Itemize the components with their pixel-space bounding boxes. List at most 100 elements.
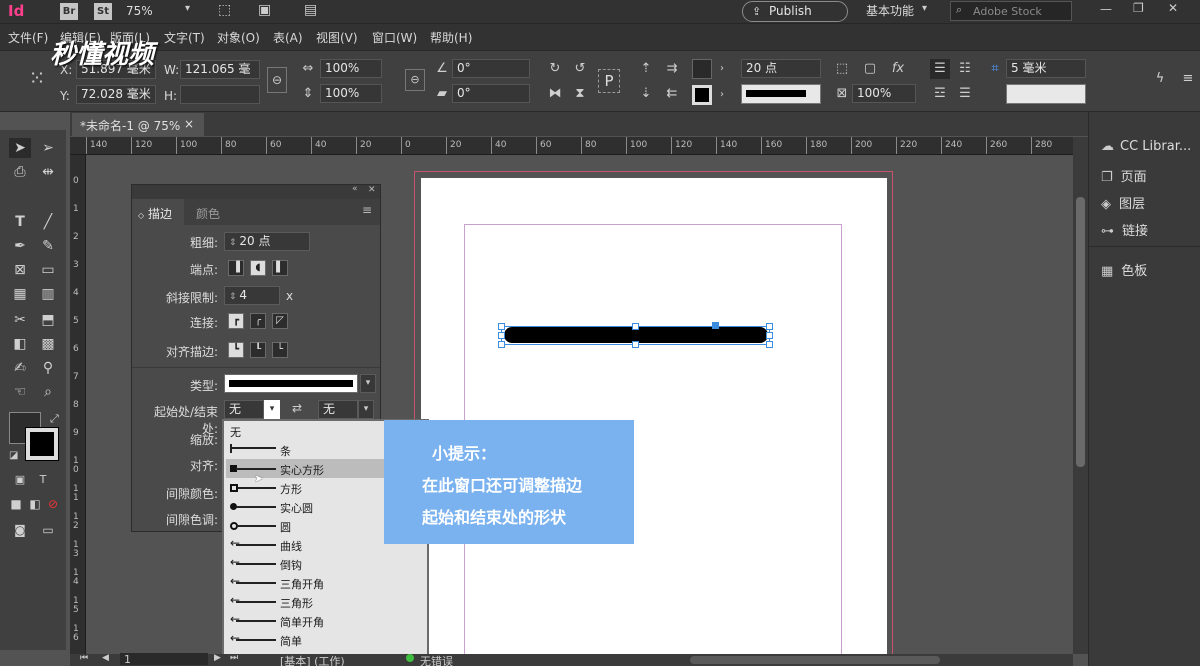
align-center-stroke-icon[interactable]: ┗	[228, 342, 244, 358]
zoom-chevron-icon[interactable]: ▾	[185, 3, 190, 14]
close-tab-icon[interactable]: ×	[184, 117, 194, 131]
align-inside-stroke-icon[interactable]: ┖	[250, 342, 266, 358]
dd-option-simple-wide[interactable]: ← 简单开角	[226, 611, 427, 630]
stock-button[interactable]: St	[94, 3, 112, 20]
reference-point-icon[interactable]: ⁙	[24, 65, 50, 91]
selection-handle-tr[interactable]	[766, 323, 773, 330]
selection-handle-bm[interactable]	[632, 341, 639, 348]
stroke-color-box[interactable]	[25, 427, 59, 461]
select-previous-icon[interactable]: ⇉	[662, 59, 682, 79]
stock-search[interactable]: ⌕ Adobe Stock	[950, 1, 1072, 21]
apply-none-icon[interactable]: ⊘	[42, 494, 64, 514]
normal-mode-icon[interactable]: ◙	[9, 520, 31, 540]
selection-handle-tl[interactable]	[498, 323, 505, 330]
note-tool-icon[interactable]: ✍	[9, 358, 31, 378]
stroke-weight-field[interactable]: 20 点	[741, 59, 821, 78]
rectangle-tool-icon[interactable]: ▭	[37, 260, 59, 280]
layers-panel[interactable]: ◈ 图层	[1101, 193, 1145, 212]
end-select[interactable]: 无	[318, 400, 358, 419]
swatches-panel[interactable]: ▦ 色板	[1101, 260, 1147, 279]
gradient-feather-tool-icon[interactable]: ▩	[37, 334, 59, 354]
screen-mode-icon[interactable]: ▣	[258, 2, 271, 18]
selection-handle-tm[interactable]	[632, 323, 639, 330]
frame-view-icon[interactable]: ⬚	[218, 2, 231, 18]
content-grabber-handle[interactable]	[712, 322, 719, 329]
offset-field[interactable]: 5 毫米	[1006, 59, 1086, 78]
align-left-icon[interactable]: ☰	[930, 59, 950, 79]
frame-fitting-icon[interactable]: ⌗	[985, 59, 1005, 79]
bevel-join-icon[interactable]: ◸	[272, 313, 288, 329]
page-number-field[interactable]: 1	[120, 653, 208, 666]
start-chevron-icon[interactable]: ▾	[264, 400, 280, 419]
object-style-select[interactable]	[1006, 84, 1086, 104]
rotate-ccw-icon[interactable]: ↺	[570, 59, 590, 79]
round-cap-icon[interactable]: ◖	[250, 260, 266, 276]
rotate-field[interactable]: 0°	[452, 59, 530, 78]
constrain-proportions-icon[interactable]: ⊖	[267, 67, 287, 93]
selection-handle-mr[interactable]	[766, 332, 773, 339]
gap-tool-icon[interactable]: ⇹	[37, 162, 59, 182]
menu-object[interactable]: 对象(O)	[217, 29, 260, 46]
type-tool-icon[interactable]: T	[9, 212, 31, 232]
formatting-text-icon[interactable]: T	[32, 470, 54, 490]
distribute-icon[interactable]: ☲	[930, 84, 950, 104]
arrange-docs-icon[interactable]: ▤	[304, 2, 317, 18]
next-page-icon[interactable]: ▶	[214, 653, 221, 663]
prev-page-icon[interactable]: ◀	[102, 653, 109, 663]
quick-apply-icon[interactable]: ϟ	[1150, 69, 1170, 89]
panel-menu-icon[interactable]: ≡	[1178, 69, 1198, 89]
horizontal-scrollbar[interactable]	[690, 656, 940, 664]
shear-field[interactable]: 0°	[452, 84, 530, 103]
close-app-icon[interactable]: ✕	[1168, 1, 1178, 15]
menu-window[interactable]: 窗口(W)	[372, 29, 417, 46]
default-colors-icon[interactable]: ◪	[9, 450, 18, 461]
document-tab[interactable]: *未命名-1 @ 75% ×	[72, 113, 204, 136]
scroll-thumb[interactable]	[1076, 197, 1085, 467]
h-field[interactable]	[180, 85, 260, 104]
publish-online-button[interactable]: ⇪ Publish Online	[742, 1, 848, 37]
pen-tool-icon[interactable]: ✒	[9, 236, 31, 256]
fx-icon[interactable]: fx	[888, 59, 908, 79]
first-page-icon[interactable]: ⏮	[80, 653, 88, 663]
select-container-icon[interactable]: ⇡	[636, 59, 656, 79]
dd-option-triangle-wide[interactable]: ← 三角开角	[226, 573, 427, 592]
selection-handle-ml[interactable]	[498, 332, 505, 339]
hand-tool-icon[interactable]: ☜	[9, 382, 31, 402]
formatting-container-icon[interactable]: ▣	[9, 470, 31, 490]
opacity-field[interactable]: 100%	[852, 84, 916, 103]
y-field[interactable]: 72.028 毫米	[76, 85, 156, 104]
page-tool-icon[interactable]: ⎙	[9, 162, 31, 182]
stroke-type-dropdown[interactable]	[224, 374, 358, 393]
eyedropper-tool-icon[interactable]: ⚲	[37, 358, 59, 378]
menu-help[interactable]: 帮助(H)	[430, 29, 472, 46]
restore-icon[interactable]: ❐	[1133, 1, 1144, 15]
pages-panel[interactable]: ❐ 页面	[1101, 166, 1147, 185]
preflight-status[interactable]: 无错误	[420, 653, 453, 666]
drop-shadow-icon[interactable]: ⬚	[832, 59, 852, 79]
menu-type[interactable]: 文字(T)	[164, 29, 205, 46]
align-outside-stroke-icon[interactable]: └	[272, 342, 288, 358]
gradient-tool-icon[interactable]: ◧	[9, 334, 31, 354]
flip-horizontal-icon[interactable]: ⧓	[545, 84, 565, 104]
minimize-icon[interactable]: —	[1100, 2, 1112, 16]
select-content-icon[interactable]: ⇣	[636, 84, 656, 104]
menu-view[interactable]: 视图(V)	[316, 29, 358, 46]
rectangle-frame-tool-icon[interactable]: ⊠	[9, 260, 31, 280]
start-select[interactable]: 无	[224, 400, 264, 419]
line-tool-icon[interactable]: ╱	[37, 212, 59, 232]
workspace-select[interactable]: 基本功能	[866, 2, 914, 19]
miter-field[interactable]: ⇕ 4	[224, 286, 280, 305]
stroke-type-select[interactable]	[741, 84, 821, 104]
butt-cap-icon[interactable]: ▐	[228, 260, 244, 276]
align-center-icon[interactable]: ☷	[955, 59, 975, 79]
collapse-panel-icon[interactable]: «	[352, 184, 358, 194]
stroke-swatch[interactable]	[692, 85, 712, 105]
links-panel[interactable]: ⊶ 链接	[1101, 220, 1148, 239]
stroke-type-chevron-icon[interactable]: ▾	[360, 374, 376, 393]
dd-option-simple[interactable]: ← 简单	[226, 630, 427, 649]
fill-swatch[interactable]	[692, 59, 712, 79]
menu-table[interactable]: 表(A)	[273, 29, 303, 46]
transform-tool-icon[interactable]: ⬒	[37, 310, 59, 330]
selection-handle-br[interactable]	[766, 341, 773, 348]
rotate-cw-icon[interactable]: ↻	[545, 59, 565, 79]
